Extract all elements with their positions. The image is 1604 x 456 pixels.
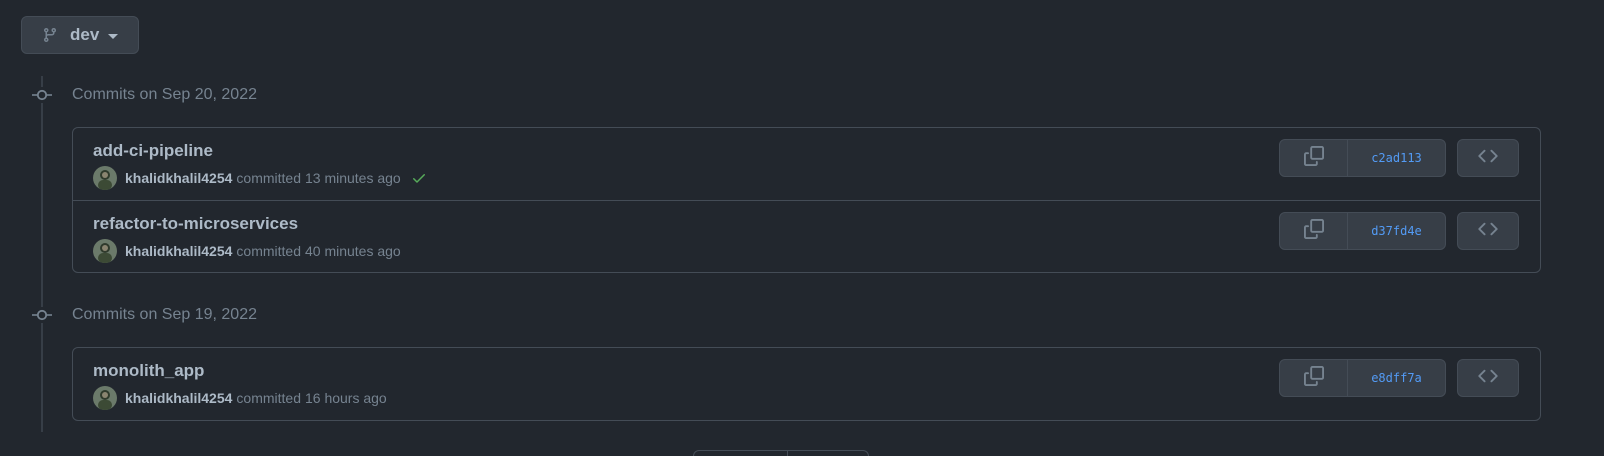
git-commit-icon (30, 87, 54, 103)
branch-name: dev (70, 25, 100, 44)
caret-down-icon (108, 33, 119, 39)
copy-sha-button[interactable] (1280, 213, 1348, 249)
git-commit-icon (30, 307, 54, 323)
commit-row: add-ci-pipeline khalidkhalil4254 committ… (73, 128, 1540, 200)
commit-title-link[interactable]: refactor-to-microservices (93, 214, 298, 234)
check-icon[interactable] (411, 170, 427, 186)
commit-meta: khalidkhalil4254 committed 40 minutes ag… (93, 239, 401, 263)
committed-label: committed (236, 170, 301, 186)
commit-title-link[interactable]: monolith_app (93, 361, 204, 381)
author-avatar[interactable] (93, 386, 117, 410)
copy-icon (1303, 365, 1324, 391)
sha-button-group: d37fd4e (1279, 212, 1446, 250)
copy-icon (1303, 218, 1324, 244)
commit-sha-link[interactable]: e8dff7a (1348, 360, 1445, 396)
commit-row: refactor-to-microservices khalidkhalil42… (73, 200, 1540, 272)
pagination-buttons[interactable] (693, 450, 869, 456)
commit-row: monolith_app khalidkhalil4254 committed … (73, 348, 1540, 420)
commit-meta: khalidkhalil4254 committed 16 hours ago (93, 386, 387, 410)
commit-time: 13 minutes ago (304, 170, 401, 186)
author-link[interactable]: khalidkhalil4254 (125, 170, 232, 186)
commit-group-header: Commits on Sep 20, 2022 (30, 84, 257, 106)
code-icon (1478, 366, 1498, 391)
commit-list: monolith_app khalidkhalil4254 committed … (72, 347, 1541, 421)
commit-list: add-ci-pipeline khalidkhalil4254 committ… (72, 127, 1541, 273)
browse-repo-button[interactable] (1457, 359, 1519, 397)
copy-icon (1303, 145, 1324, 171)
commit-group-title: Commits on Sep 20, 2022 (72, 86, 257, 103)
commits-page: dev Commits on Sep 20, 2022 add-ci-pipel… (0, 0, 1604, 456)
author-link[interactable]: khalidkhalil4254 (125, 243, 232, 259)
browse-repo-button[interactable] (1457, 139, 1519, 177)
committed-label: committed (236, 390, 301, 406)
pagination-divider (787, 451, 788, 456)
author-avatar[interactable] (93, 239, 117, 263)
copy-sha-button[interactable] (1280, 360, 1348, 396)
commit-time: 40 minutes ago (304, 243, 401, 259)
sha-button-group: e8dff7a (1279, 359, 1446, 397)
commit-sha-link[interactable]: d37fd4e (1348, 213, 1445, 249)
copy-sha-button[interactable] (1280, 140, 1348, 176)
git-branch-icon (42, 27, 58, 43)
sha-button-group: c2ad113 (1279, 139, 1446, 177)
commit-group-header: Commits on Sep 19, 2022 (30, 304, 257, 326)
commit-title-link[interactable]: add-ci-pipeline (93, 141, 213, 161)
commit-meta: khalidkhalil4254 committed 13 minutes ag… (93, 166, 427, 190)
commit-time: 16 hours ago (304, 390, 387, 406)
commit-group-title: Commits on Sep 19, 2022 (72, 306, 257, 323)
timeline-line (41, 76, 43, 432)
code-icon (1478, 219, 1498, 244)
browse-repo-button[interactable] (1457, 212, 1519, 250)
author-link[interactable]: khalidkhalil4254 (125, 390, 232, 406)
branch-selector-button[interactable]: dev (21, 16, 139, 54)
code-icon (1478, 146, 1498, 171)
committed-label: committed (236, 243, 301, 259)
commit-sha-link[interactable]: c2ad113 (1348, 140, 1445, 176)
author-avatar[interactable] (93, 166, 117, 190)
